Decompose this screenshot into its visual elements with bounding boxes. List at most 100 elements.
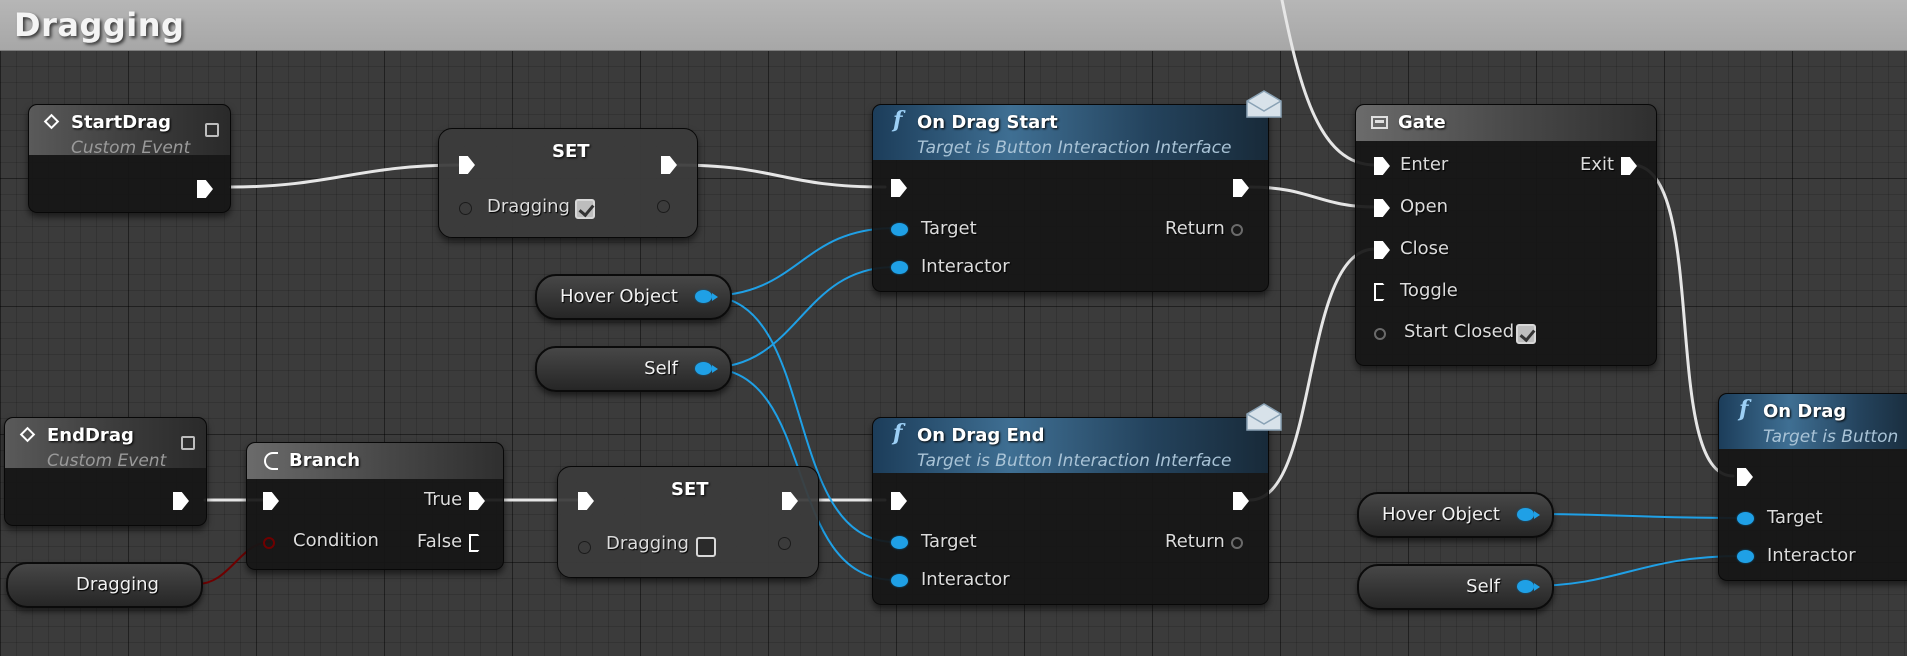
exit-label: Exit — [1580, 154, 1615, 175]
node-title: On Drag Start — [917, 112, 1058, 133]
exec-out-pin[interactable] — [782, 492, 798, 510]
message-envelope-icon — [1246, 403, 1282, 431]
exec-wire — [229, 163, 461, 189]
close-label: Close — [1400, 238, 1450, 259]
start-drag-node[interactable]: StartDrag Custom Event — [28, 104, 231, 213]
object-wire — [1528, 555, 1743, 587]
output-pin[interactable] — [778, 537, 791, 550]
input-pin[interactable] — [578, 541, 591, 554]
interactor-label: Interactor — [1767, 545, 1856, 566]
exec-in-pin[interactable] — [891, 179, 907, 197]
exec-in-pin[interactable] — [1737, 468, 1753, 486]
interactor-pin[interactable] — [891, 261, 908, 274]
object-out-pin[interactable] — [695, 290, 718, 303]
dragging-value-checkbox[interactable] — [575, 199, 595, 219]
node-subtitle: Target is Button Interaction Interface — [917, 138, 1232, 158]
var-label: Hover Object — [1381, 504, 1500, 525]
condition-pin[interactable] — [263, 537, 275, 549]
exec-out-pin[interactable] — [1233, 179, 1249, 197]
node-title: On Drag End — [917, 425, 1045, 446]
branch-icon — [264, 452, 278, 470]
exec-out-pin[interactable] — [1233, 492, 1249, 510]
false-pin[interactable] — [469, 534, 485, 552]
on-drag-node[interactable]: f On Drag Target is Button Target Intera… — [1718, 393, 1907, 581]
delegate-pin-icon[interactable] — [205, 123, 219, 137]
exec-out-pin[interactable] — [197, 180, 213, 198]
return-label: Return — [1165, 218, 1225, 239]
start-closed-pin[interactable] — [1374, 328, 1386, 340]
dragging-value-checkbox[interactable] — [696, 537, 716, 557]
hover-object-getter[interactable]: Hover Object — [1357, 492, 1554, 538]
input-pin[interactable] — [459, 202, 472, 215]
open-label: Open — [1400, 196, 1449, 217]
return-pin[interactable] — [1231, 537, 1243, 549]
condition-label: Condition — [293, 530, 379, 551]
on-drag-end-node[interactable]: f On Drag End Target is Button Interacti… — [872, 417, 1269, 605]
node-title: SET — [552, 141, 590, 162]
end-drag-node[interactable]: EndDrag Custom Event — [4, 417, 207, 526]
false-label: False — [417, 531, 463, 552]
start-closed-label: Start Closed — [1404, 321, 1515, 342]
var-label: Dragging — [487, 196, 570, 217]
exec-out-pin[interactable] — [661, 156, 677, 174]
exec-in-pin[interactable] — [891, 492, 907, 510]
node-subtitle: Custom Event — [71, 138, 191, 158]
node-title: EndDrag — [47, 425, 134, 446]
node-subtitle: Target is Button — [1763, 427, 1899, 447]
node-title: StartDrag — [71, 112, 172, 133]
node-subtitle: Target is Button Interaction Interface — [917, 451, 1232, 471]
node-title: On Drag — [1763, 401, 1847, 422]
close-pin[interactable] — [1374, 241, 1390, 259]
exec-wire — [673, 163, 887, 189]
node-title: Gate — [1398, 112, 1446, 133]
interactor-label: Interactor — [921, 569, 1010, 590]
target-label: Target — [921, 531, 977, 552]
interactor-label: Interactor — [921, 256, 1010, 277]
self-getter[interactable]: Self — [1357, 564, 1554, 610]
true-label: True — [424, 489, 463, 510]
function-icon: f — [893, 107, 903, 133]
object-out-pin[interactable] — [1517, 508, 1540, 521]
true-pin[interactable] — [469, 492, 485, 510]
open-pin[interactable] — [1374, 199, 1390, 217]
object-out-pin[interactable] — [1517, 580, 1540, 593]
hover-object-getter[interactable]: Hover Object — [535, 274, 732, 320]
enter-pin[interactable] — [1374, 157, 1390, 175]
start-closed-checkbox[interactable] — [1516, 324, 1536, 344]
gate-node[interactable]: Gate Enter Exit Open Close Toggle Start … — [1355, 104, 1657, 366]
set-dragging-false-node[interactable]: SET Dragging — [557, 466, 819, 578]
target-pin[interactable] — [891, 536, 908, 549]
toggle-pin[interactable] — [1374, 283, 1390, 301]
object-wire — [706, 227, 896, 297]
exec-out-pin[interactable] — [173, 492, 189, 510]
delegate-pin-icon[interactable] — [181, 436, 195, 450]
target-pin[interactable] — [1737, 512, 1754, 525]
output-pin[interactable] — [657, 200, 670, 213]
enter-label: Enter — [1400, 154, 1449, 175]
dragging-getter[interactable]: Dragging — [6, 562, 203, 608]
exec-in-pin[interactable] — [578, 492, 594, 510]
interactor-pin[interactable] — [1737, 550, 1754, 563]
exec-in-pin[interactable] — [459, 156, 475, 174]
object-out-pin[interactable] — [695, 362, 718, 375]
var-label: Hover Object — [559, 286, 678, 307]
return-pin[interactable] — [1231, 224, 1243, 236]
object-wire — [706, 266, 896, 369]
return-label: Return — [1165, 531, 1225, 552]
node-title: SET — [671, 479, 709, 500]
on-drag-start-node[interactable]: f On Drag Start Target is Button Interac… — [872, 104, 1269, 292]
node-subtitle: Custom Event — [47, 451, 167, 471]
target-pin[interactable] — [891, 223, 908, 236]
exec-in-pin[interactable] — [263, 492, 279, 510]
interactor-pin[interactable] — [891, 574, 908, 587]
set-dragging-true-node[interactable]: SET Dragging — [438, 128, 698, 238]
var-label: Self — [644, 358, 678, 379]
gate-icon — [1371, 116, 1388, 129]
function-icon: f — [1739, 396, 1749, 422]
exit-pin[interactable] — [1621, 157, 1637, 175]
self-getter[interactable]: Self — [535, 346, 732, 392]
branch-node[interactable]: Branch True Condition False — [246, 442, 504, 570]
toggle-label: Toggle — [1400, 280, 1458, 301]
message-envelope-icon — [1246, 90, 1282, 118]
target-label: Target — [1767, 507, 1823, 528]
